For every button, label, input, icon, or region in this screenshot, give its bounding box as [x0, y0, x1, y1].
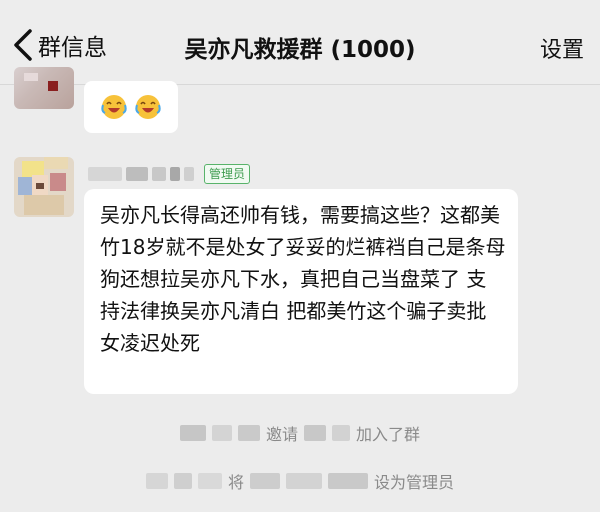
top-bar: 群信息 吴亦凡救援群 (1000) 设置 [0, 0, 600, 85]
set-admin-text: 设为管理员 [374, 473, 455, 492]
invite-text: 邀请 [265, 425, 298, 444]
admin-badge: 管理员 [204, 164, 251, 184]
redacted-name [286, 473, 322, 489]
redacted-name [152, 167, 166, 181]
laughing-emoji-icon [101, 95, 127, 119]
avatar[interactable] [14, 67, 74, 109]
chat-area[interactable]: 管理员 吴亦凡长得高还帅有钱，需要搞这些？这都美竹18岁就不是处女了妥妥的烂裤裆… [0, 67, 600, 512]
system-notice-admin: 将 设为管理员 [0, 469, 600, 493]
redacted-name [173, 473, 192, 489]
redacted-name [237, 425, 260, 441]
message-text: 吴亦凡长得高还帅有钱，需要搞这些？这都美竹18岁就不是处女了妥妥的烂裤裆自己是条… [100, 203, 506, 355]
redacted-name [328, 473, 368, 489]
laughing-emoji-icon [135, 95, 161, 119]
redacted-name [304, 425, 326, 441]
redacted-name [170, 167, 180, 181]
redacted-name [184, 167, 194, 181]
redacted-name [145, 473, 168, 489]
joined-text: 加入了群 [356, 425, 421, 444]
redacted-name [197, 473, 222, 489]
emoji-message-bubble[interactable] [84, 81, 178, 133]
redacted-name [332, 425, 350, 441]
redacted-name [126, 167, 148, 181]
avatar[interactable] [14, 157, 74, 217]
settings-button[interactable]: 设置 [540, 32, 584, 64]
set-prefix-text: 将 [227, 473, 244, 492]
system-notice-invite: 邀请 加入了群 [0, 421, 600, 445]
page-title: 吴亦凡救援群 (1000) [184, 37, 416, 63]
redacted-name [179, 425, 206, 441]
redacted-name [250, 473, 280, 489]
sender-name-row: 管理员 [88, 163, 251, 185]
message-bubble[interactable]: 吴亦凡长得高还帅有钱，需要搞这些？这都美竹18岁就不是处女了妥妥的烂裤裆自己是条… [84, 189, 518, 394]
redacted-name [88, 167, 122, 181]
redacted-name [211, 425, 232, 441]
